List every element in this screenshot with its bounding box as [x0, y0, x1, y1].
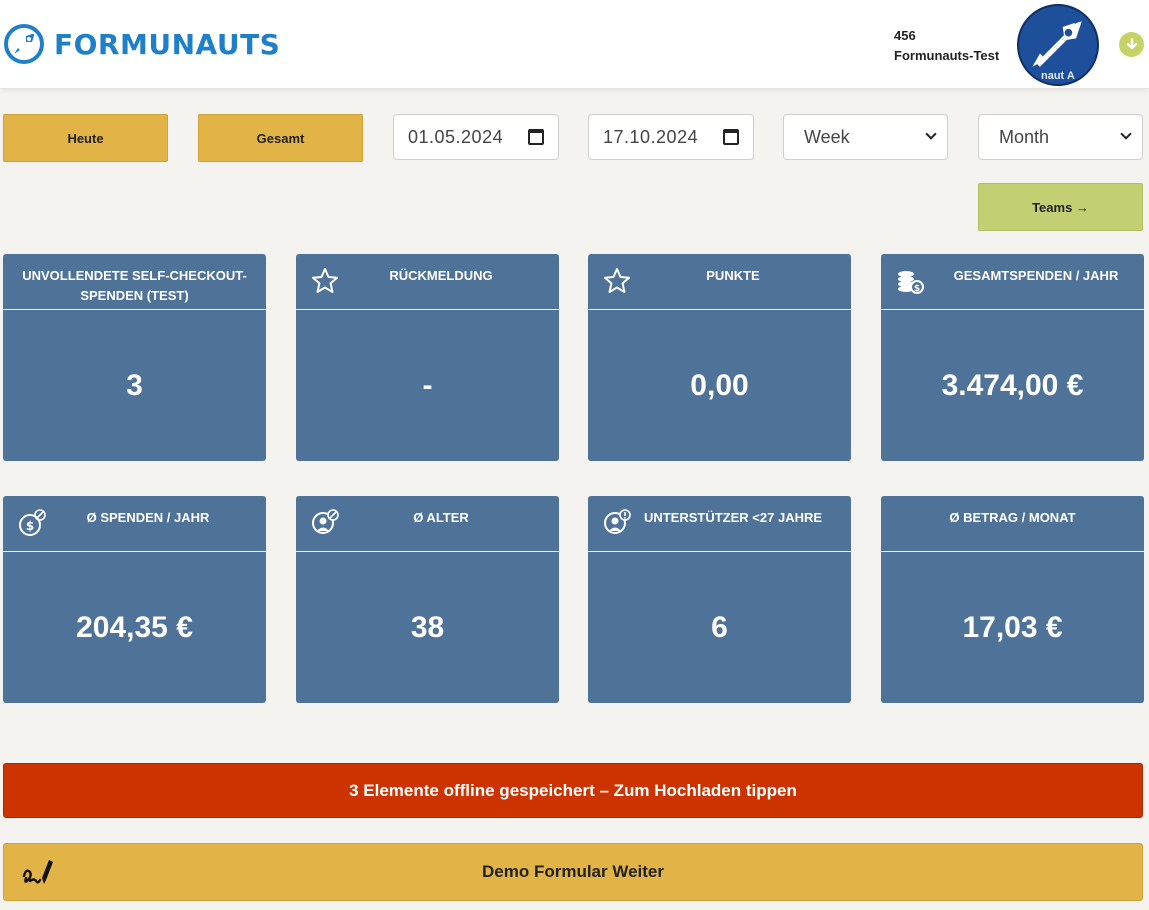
- card-header: $ GESAMTSPENDEN / JAHR: [881, 254, 1144, 310]
- card-header: RÜCKMELDUNG: [296, 254, 559, 310]
- card-header: Ø BETRAG / MONAT: [881, 496, 1144, 552]
- card-value: 3.474,00 €: [941, 368, 1084, 402]
- card-value: 17,03 €: [962, 610, 1063, 644]
- period-select-month-value: Month: [999, 126, 1050, 147]
- card-value: 204,35 €: [76, 610, 193, 644]
- start-date-value: 01.05.2024: [408, 126, 504, 147]
- stat-card-avg-amount-month: Ø BETRAG / MONAT 17,03 €: [881, 496, 1144, 703]
- card-header: UNVOLLENDETE SELF-CHECKOUT-SPENDEN (TEST…: [3, 254, 266, 310]
- avatar[interactable]: naut A: [1017, 4, 1099, 86]
- user-name: Formunauts-Test: [894, 48, 1000, 63]
- total-button[interactable]: Gesamt: [198, 114, 363, 162]
- chevron-down-icon: [1120, 128, 1132, 140]
- teams-button[interactable]: Teams →: [978, 183, 1143, 231]
- card-value: 6: [711, 610, 728, 644]
- stat-card-points: PUNKTE 0,00: [588, 254, 851, 461]
- signature-pen-icon: [22, 860, 53, 884]
- brand-name: FORMUNAUTS: [54, 27, 281, 61]
- card-header: Ø ALTER: [296, 496, 559, 552]
- download-icon[interactable]: [1119, 32, 1144, 57]
- card-title: UNVOLLENDETE SELF-CHECKOUT-SPENDEN (TEST…: [22, 268, 247, 303]
- end-date-input[interactable]: 17.10.2024: [588, 114, 754, 160]
- period-select-week[interactable]: Week: [783, 114, 948, 160]
- card-value: 3: [126, 368, 143, 402]
- stat-card-incomplete-self-checkout: UNVOLLENDETE SELF-CHECKOUT-SPENDEN (TEST…: [3, 254, 266, 461]
- period-select-week-value: Week: [804, 126, 850, 147]
- card-header: $ Ø SPENDEN / JAHR: [3, 496, 266, 552]
- logo[interactable]: FORMUNAUTS: [4, 24, 280, 64]
- coins-icon: $: [898, 271, 924, 294]
- svg-text:$: $: [914, 284, 920, 294]
- card-title: GESAMTSPENDEN / JAHR: [953, 268, 1119, 283]
- calendar-icon[interactable]: [528, 129, 544, 145]
- start-date-input[interactable]: 01.05.2024: [393, 114, 559, 160]
- card-header: UNTERSTÜTZER <27 JAHRE: [588, 496, 851, 552]
- card-title: Ø ALTER: [413, 510, 469, 525]
- coin-average-icon: $: [19, 509, 46, 536]
- period-select-month[interactable]: Month: [978, 114, 1143, 160]
- rocket-logo-icon: [4, 24, 44, 64]
- stat-card-total-donations: $ GESAMTSPENDEN / JAHR 3.474,00 €: [881, 254, 1144, 461]
- card-title: UNTERSTÜTZER <27 JAHRE: [643, 510, 823, 525]
- star-icon: [312, 268, 338, 293]
- offline-upload-banner[interactable]: 3 Elemente offline gespeichert – Zum Hoc…: [3, 763, 1143, 818]
- demo-form-label: Demo Formular Weiter: [481, 862, 664, 881]
- demo-form-button[interactable]: Demo Formular Weiter: [3, 843, 1143, 901]
- card-title: Ø SPENDEN / JAHR: [86, 510, 210, 525]
- person-average-icon: [312, 509, 339, 534]
- card-value: 0,00: [690, 368, 749, 402]
- app-header: FORMUNAUTS 456 Formunauts-Test naut A: [0, 0, 1149, 89]
- card-header: PUNKTE: [588, 254, 851, 310]
- person-alert-icon: [604, 509, 631, 534]
- card-title: RÜCKMELDUNG: [389, 268, 493, 283]
- avatar-caption: naut A: [1041, 70, 1075, 82]
- chevron-down-icon: [925, 128, 937, 140]
- svg-text:$: $: [26, 519, 34, 533]
- card-title: Ø BETRAG / MONAT: [949, 510, 1076, 525]
- card-value: 38: [410, 610, 445, 644]
- user-id: 456: [894, 28, 916, 43]
- stat-card-feedback: RÜCKMELDUNG -: [296, 254, 559, 461]
- stat-card-supporters-under-27: UNTERSTÜTZER <27 JAHRE 6: [588, 496, 851, 703]
- star-icon: [604, 268, 630, 293]
- offline-banner-text: 3 Elemente offline gespeichert – Zum Hoc…: [349, 780, 797, 800]
- stat-card-avg-donations: $ Ø SPENDEN / JAHR 204,35 €: [3, 496, 266, 703]
- stat-card-avg-age: Ø ALTER 38: [296, 496, 559, 703]
- end-date-value: 17.10.2024: [603, 126, 699, 147]
- card-value: -: [422, 368, 433, 402]
- today-button[interactable]: Heute: [3, 114, 168, 162]
- calendar-icon[interactable]: [723, 129, 739, 145]
- card-title: PUNKTE: [706, 268, 760, 283]
- user-info: 456 Formunauts-Test: [894, 26, 999, 66]
